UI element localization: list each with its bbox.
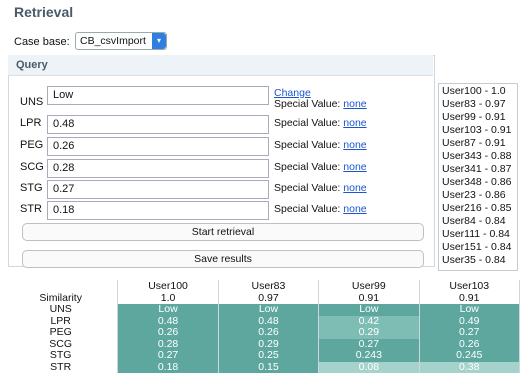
none-link-str[interactable]: none <box>343 203 366 215</box>
list-item[interactable]: User151 - 0.84 <box>442 241 511 253</box>
table-cell: Low <box>318 304 420 316</box>
table-cell: 0.27 <box>117 350 219 362</box>
field-label-scg: SCG <box>20 161 44 173</box>
str-input[interactable]: 0.18 <box>47 201 269 220</box>
list-item[interactable]: User216 - 0.85 <box>442 202 511 214</box>
column-header[interactable]: User103 <box>419 280 520 292</box>
list-item[interactable]: User84 - 0.84 <box>442 215 506 227</box>
table-cell: 0.25 <box>218 350 320 362</box>
row-header: STG <box>4 350 119 362</box>
list-item[interactable]: User23 - 0.86 <box>442 189 506 201</box>
table-row: PEG 0.26 0.26 0.29 0.27 <box>4 327 520 339</box>
results-table: User100 User83 User99 User103 Similarity… <box>4 280 520 392</box>
table-cell: 0.38 <box>419 361 520 373</box>
table-cell: Low <box>117 304 219 316</box>
chevron-down-icon: ▾ <box>152 33 166 49</box>
table-cell: 0.15 <box>218 361 320 373</box>
table-row: UNS Low Low Low Low <box>4 304 520 316</box>
save-results-button[interactable]: Save results <box>22 250 424 268</box>
table-cell: 0.27 <box>419 327 520 339</box>
peg-input[interactable]: 0.26 <box>47 137 269 156</box>
page-title: Retrieval <box>14 4 74 20</box>
field-label-uns: UNS <box>20 96 44 108</box>
row-header: UNS <box>4 304 119 316</box>
row-header: Similarity <box>4 292 119 304</box>
case-base-value: CB_csvImport <box>80 35 146 47</box>
table-cell: 0.26 <box>218 327 320 339</box>
list-item[interactable]: User83 - 0.97 <box>442 98 506 110</box>
list-item[interactable]: User343 - 0.88 <box>442 150 511 162</box>
field-label-peg: PEG <box>20 139 44 151</box>
case-base-select[interactable]: CB_csvImport ▾ <box>75 32 167 50</box>
table-cell: 0.26 <box>117 327 219 339</box>
table-cell: Low <box>419 304 520 316</box>
list-item[interactable]: User341 - 0.87 <box>442 163 511 175</box>
list-item[interactable]: User35 - 0.84 <box>442 254 506 266</box>
list-item[interactable]: User87 - 0.91 <box>442 137 506 149</box>
none-link-uns[interactable]: none <box>343 98 366 110</box>
column-header[interactable]: User99 <box>318 280 420 292</box>
lpr-input[interactable]: 0.48 <box>47 115 269 134</box>
column-header[interactable]: User83 <box>218 280 320 292</box>
column-header[interactable]: User100 <box>117 280 219 292</box>
table-cell: 0.243 <box>318 350 420 362</box>
results-list[interactable]: User100 - 1.0 User83 - 0.97 User99 - 0.9… <box>438 83 518 271</box>
stg-input[interactable]: 0.27 <box>47 180 269 199</box>
special-value-stg: Special Value: none <box>274 182 367 194</box>
special-value-uns: Special Value: none <box>274 98 367 110</box>
table-cell: 0.29 <box>318 327 420 339</box>
table-cell: 0.18 <box>117 361 219 373</box>
special-value-scg: Special Value: none <box>274 161 367 173</box>
special-value-str: Special Value: none <box>274 203 367 215</box>
special-value-lpr: Special Value: none <box>274 117 367 129</box>
table-cell: 0.91 <box>318 292 420 304</box>
uns-input[interactable]: Low <box>47 86 269 105</box>
field-label-lpr: LPR <box>20 117 42 129</box>
none-link-scg[interactable]: none <box>343 161 366 173</box>
field-label-str: STR <box>20 203 42 215</box>
list-item[interactable]: User103 - 0.91 <box>442 124 511 136</box>
table-cell: 0.97 <box>218 292 320 304</box>
list-item[interactable]: User348 - 0.86 <box>442 176 511 188</box>
table-corner <box>4 280 119 292</box>
start-retrieval-button[interactable]: Start retrieval <box>22 223 424 241</box>
table-cell: Low <box>218 304 320 316</box>
row-header: STR <box>4 361 119 373</box>
table-cell: 1.0 <box>117 292 219 304</box>
scg-input[interactable]: 0.28 <box>47 159 269 178</box>
field-label-stg: STG <box>20 182 43 194</box>
none-link-peg[interactable]: none <box>343 139 366 151</box>
table-cell: 0.245 <box>419 350 520 362</box>
query-header: Query <box>8 55 433 76</box>
table-row: Similarity 1.0 0.97 0.91 0.91 <box>4 292 520 304</box>
list-item[interactable]: User100 - 1.0 <box>442 85 506 97</box>
table-cell: 0.08 <box>318 361 420 373</box>
table-row: STG 0.27 0.25 0.243 0.245 <box>4 350 520 362</box>
query-title: Query <box>16 59 48 71</box>
table-cell: 0.91 <box>419 292 520 304</box>
special-value-peg: Special Value: none <box>274 139 367 151</box>
case-base-label: Case base: <box>14 36 70 48</box>
none-link-stg[interactable]: none <box>343 182 366 194</box>
row-header: PEG <box>4 327 119 339</box>
list-item[interactable]: User111 - 0.84 <box>442 228 510 240</box>
list-item[interactable]: User99 - 0.91 <box>442 111 506 123</box>
none-link-lpr[interactable]: none <box>343 117 366 129</box>
table-row: STR 0.18 0.15 0.08 0.38 <box>4 361 520 373</box>
